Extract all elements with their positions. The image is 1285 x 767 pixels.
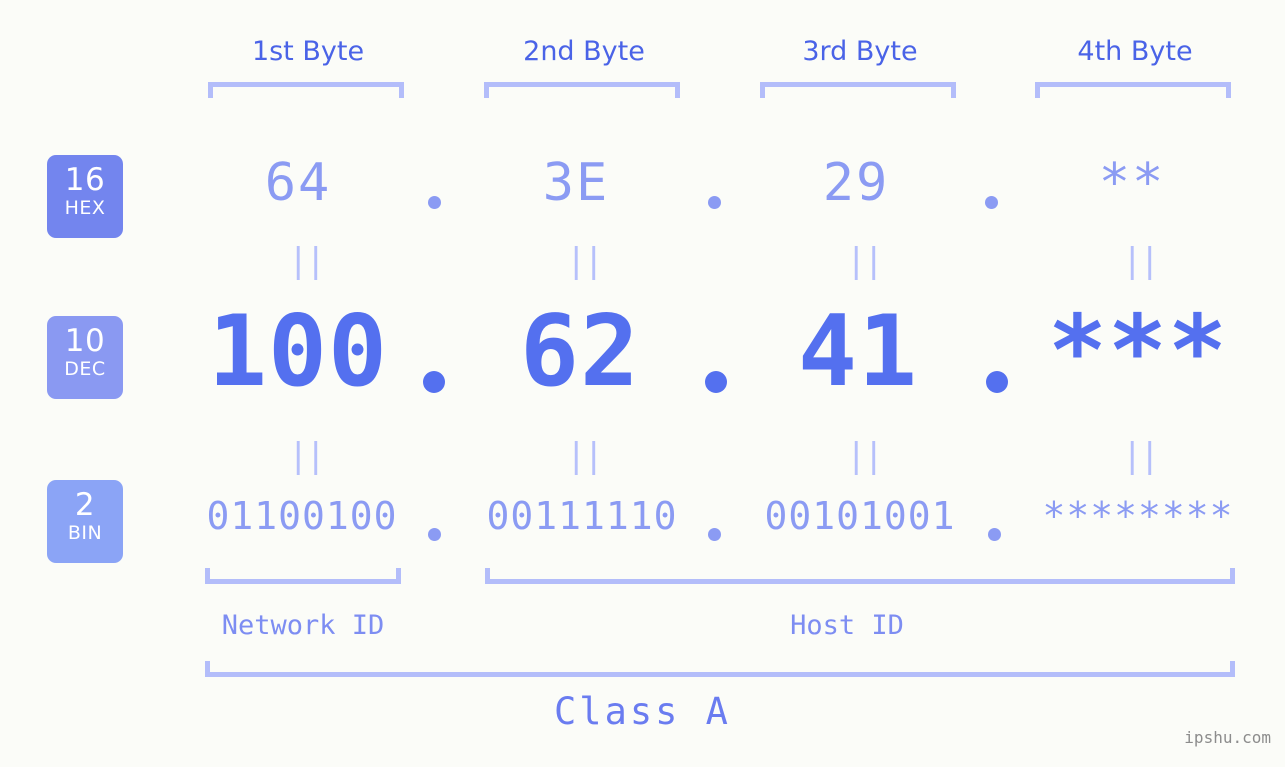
equals-icon-dec-bin-4: || — [1122, 436, 1160, 476]
watermark: ipshu.com — [1184, 728, 1271, 747]
class-bracket — [205, 661, 1235, 677]
host-id-bracket — [485, 568, 1235, 584]
bin-byte-1: 01100100 — [206, 494, 398, 538]
dec-separator-3 — [986, 371, 1008, 393]
hex-byte-3: 29 — [822, 153, 890, 213]
bin-separator-3 — [988, 528, 1001, 541]
equals-icon-dec-bin-2: || — [566, 436, 604, 476]
base-badge-hex-number: 16 — [64, 162, 106, 198]
class-label: Class A — [554, 690, 731, 733]
byte-header-3: 3rd Byte — [802, 36, 918, 67]
byte-header-1: 1st Byte — [251, 36, 365, 67]
hex-byte-1: 64 — [264, 153, 332, 213]
base-badge-dec-abbr: DEC — [64, 358, 106, 380]
bin-byte-3: 00101001 — [764, 494, 956, 538]
equals-icon-dec-bin-1: || — [288, 436, 326, 476]
dec-separator-1 — [423, 371, 445, 393]
dec-byte-3: 41 — [797, 295, 918, 409]
equals-icon-hex-dec-2: || — [566, 241, 604, 281]
dec-byte-4: *** — [1047, 295, 1228, 409]
network-id-label: Network ID — [221, 610, 385, 641]
base-badge-dec-number: 10 — [64, 323, 106, 359]
host-id-label: Host ID — [790, 610, 904, 641]
base-badge-hex-abbr: HEX — [64, 197, 106, 219]
hex-separator-2 — [708, 196, 721, 209]
network-id-bracket — [205, 568, 401, 584]
hex-byte-4: ** — [1098, 153, 1166, 213]
equals-icon-dec-bin-3: || — [846, 436, 884, 476]
equals-icon-hex-dec-3: || — [846, 241, 884, 281]
hex-separator-3 — [985, 196, 998, 209]
bin-separator-2 — [708, 528, 721, 541]
byte-bracket-4 — [1035, 82, 1231, 98]
byte-bracket-1 — [208, 82, 404, 98]
ip-address-breakdown-diagram: 1st Byte 2nd Byte 3rd Byte 4th Byte 16 H… — [0, 0, 1285, 767]
base-badge-hex: 16 HEX — [47, 155, 123, 238]
byte-header-2: 2nd Byte — [523, 36, 645, 67]
byte-bracket-3 — [760, 82, 956, 98]
equals-icon-hex-dec-4: || — [1122, 241, 1160, 281]
byte-bracket-2 — [484, 82, 680, 98]
dec-separator-2 — [705, 371, 727, 393]
base-badge-bin-abbr: BIN — [67, 522, 103, 544]
base-badge-bin-number: 2 — [74, 487, 96, 523]
base-badge-bin: 2 BIN — [47, 480, 123, 563]
bin-byte-2: 00111110 — [486, 494, 678, 538]
hex-separator-1 — [428, 196, 441, 209]
bin-byte-4: ******** — [1042, 494, 1234, 538]
bin-separator-1 — [428, 528, 441, 541]
dec-byte-1: 100 — [207, 295, 388, 409]
dec-byte-2: 62 — [519, 295, 640, 409]
equals-icon-hex-dec-1: || — [288, 241, 326, 281]
hex-byte-2: 3E — [542, 153, 610, 213]
base-badge-dec: 10 DEC — [47, 316, 123, 399]
byte-header-4: 4th Byte — [1077, 36, 1193, 67]
